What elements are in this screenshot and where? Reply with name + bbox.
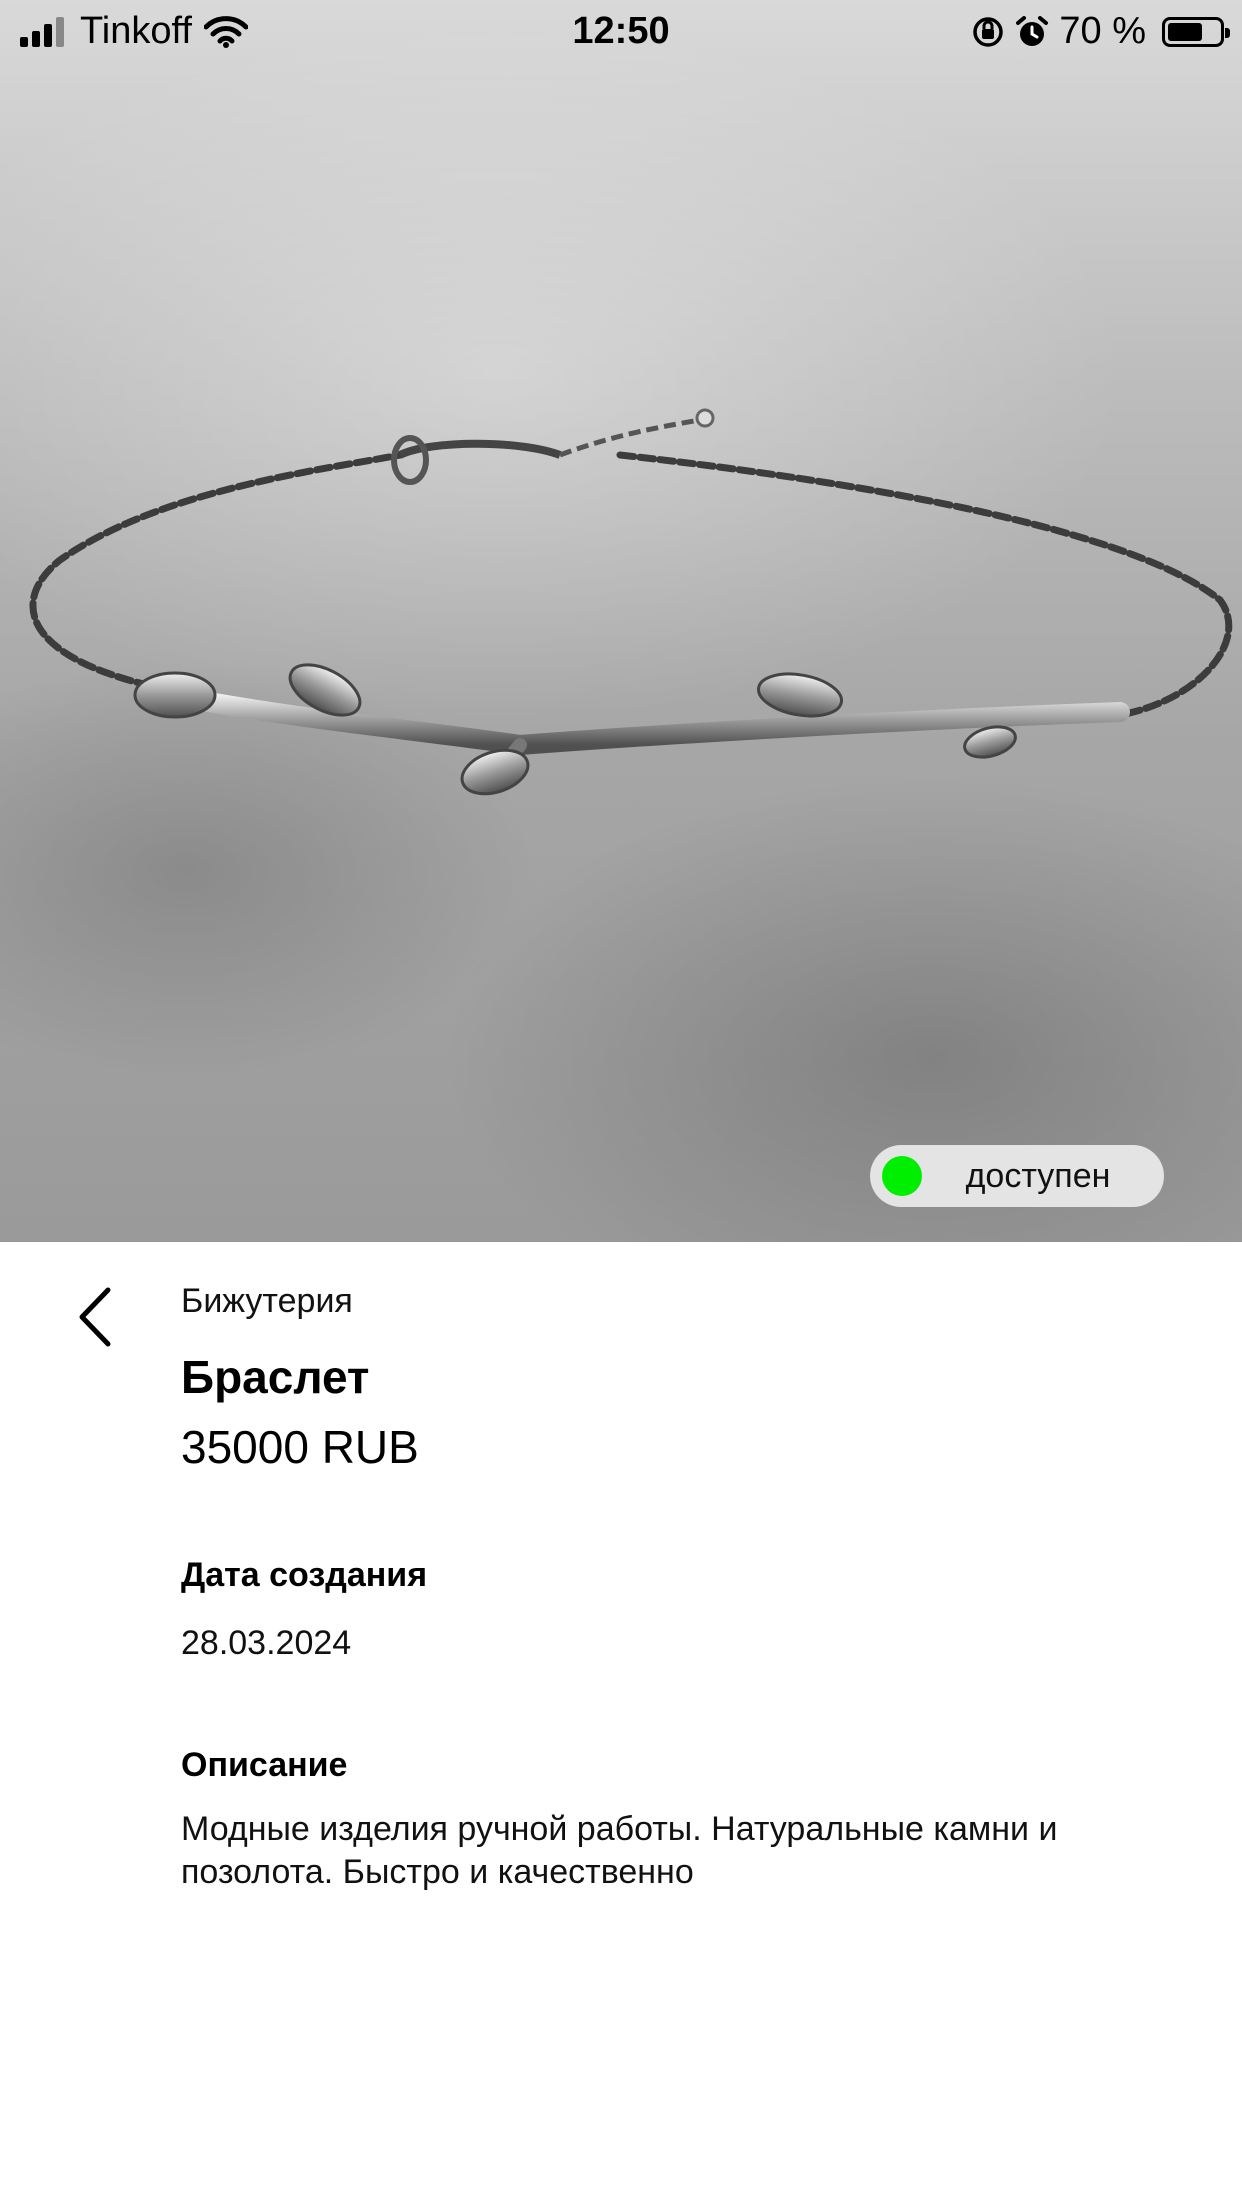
alarm-icon [1016, 15, 1049, 46]
availability-label: доступен [965, 1156, 1111, 1195]
product-photo: Tinkoff 12:50 70 % доступен [0, 0, 1242, 1242]
status-dot-icon [882, 1156, 922, 1196]
status-bar: Tinkoff 12:50 70 % [0, 0, 1242, 66]
description-label: Описание [181, 1746, 348, 1784]
product-title: Браслет [181, 1351, 370, 1403]
status-bar-right: 70 % [971, 10, 1230, 53]
product-price: 35000 RUB [181, 1421, 419, 1473]
product-category: Бижутерия [181, 1282, 353, 1320]
battery-icon [1162, 16, 1230, 47]
description-text: Модные изделия ручной работы. Натуральны… [181, 1810, 1058, 1891]
creation-date-value: 28.03.2024 [181, 1624, 352, 1662]
battery-percent: 70 % [1059, 10, 1146, 52]
back-button[interactable] [66, 1282, 122, 1352]
bracelet-illustration [29, 408, 1233, 796]
chevron-left-icon [79, 1287, 111, 1347]
availability-badge: доступен [870, 1145, 1164, 1207]
orientation-lock-icon [973, 16, 1004, 47]
creation-date-label: Дата создания [181, 1556, 428, 1594]
product-detail-screen: Tinkoff 12:50 70 % доступен Бижутерия Бр… [0, 0, 1242, 2208]
